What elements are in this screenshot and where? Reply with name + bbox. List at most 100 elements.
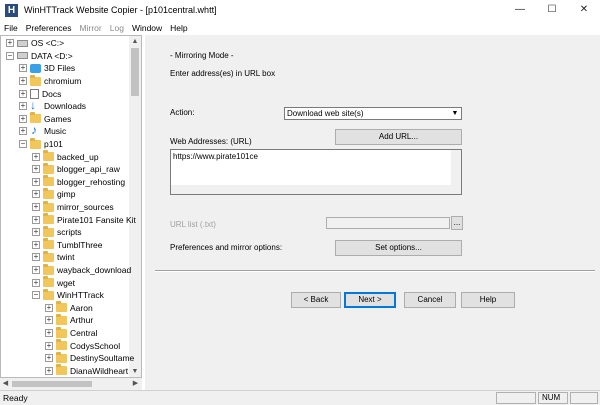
next-button[interactable]: Next > bbox=[344, 292, 396, 308]
expand-icon[interactable]: + bbox=[19, 114, 27, 123]
action-dropdown-value: Download web site(s) bbox=[287, 109, 364, 118]
back-button[interactable]: < Back bbox=[291, 292, 341, 308]
tree-item-label: Pirate101 Fansite Kit bbox=[57, 214, 136, 225]
expand-icon[interactable]: + bbox=[32, 203, 40, 212]
scroll-left-arrow-icon[interactable]: ◀ bbox=[0, 378, 11, 390]
expand-icon[interactable]: + bbox=[32, 215, 40, 224]
tree-item[interactable]: + CodysSchool bbox=[45, 339, 120, 352]
tree-item[interactable]: + blogger_api_raw bbox=[32, 162, 120, 176]
tree-item[interactable]: +3D Files bbox=[19, 62, 75, 75]
menu-mirror[interactable]: Mirror bbox=[76, 23, 106, 33]
menu-file[interactable]: File bbox=[0, 23, 22, 33]
folder-icon bbox=[43, 225, 54, 237]
expand-icon[interactable]: + bbox=[19, 89, 27, 98]
tree-item-label: DATA <D:> bbox=[31, 50, 73, 61]
tree-item[interactable]: + Central bbox=[45, 326, 97, 340]
collapse-icon[interactable]: − bbox=[19, 140, 27, 149]
expand-icon[interactable]: + bbox=[32, 278, 40, 287]
tree-item-label: TumblThree bbox=[57, 239, 103, 250]
collapse-icon[interactable]: − bbox=[6, 51, 14, 60]
set-options-button[interactable]: Set options... bbox=[335, 240, 462, 256]
tree-item[interactable]: + blogger_rehosting bbox=[32, 175, 125, 189]
expand-icon[interactable]: + bbox=[32, 240, 40, 249]
tree-item-label: wayback_download bbox=[57, 265, 132, 276]
scroll-right-arrow-icon[interactable]: ▶ bbox=[130, 378, 141, 390]
url-textarea-hscroll[interactable] bbox=[171, 185, 461, 194]
menu-log[interactable]: Log bbox=[106, 23, 128, 33]
tree-item[interactable]: + Music bbox=[19, 123, 67, 138]
expand-icon[interactable]: + bbox=[32, 253, 40, 262]
tree-item[interactable]: + wget bbox=[32, 276, 75, 289]
expand-icon[interactable]: + bbox=[19, 102, 27, 111]
tree-item-label: Music bbox=[44, 126, 67, 137]
tree-item[interactable]: − p101 bbox=[19, 137, 63, 151]
tree-item[interactable]: − DATA <D:> bbox=[6, 50, 73, 63]
tree-item[interactable]: + twint bbox=[32, 250, 74, 264]
folder-icon bbox=[30, 137, 41, 149]
tree-item[interactable]: + gimp bbox=[32, 187, 75, 201]
expand-icon[interactable]: + bbox=[32, 152, 40, 161]
expand-icon[interactable]: + bbox=[32, 165, 40, 174]
chevron-down-icon[interactable]: ▼ bbox=[450, 109, 460, 118]
folder-icon bbox=[56, 339, 67, 351]
expand-icon[interactable]: + bbox=[19, 127, 27, 136]
expand-icon[interactable]: + bbox=[6, 39, 14, 48]
folder-tree[interactable]: ▲ ▼ + OS <C:> − DATA <D:> +3D Files + chromium… bbox=[0, 35, 142, 378]
tree-item[interactable]: + mirror_sources bbox=[32, 200, 114, 214]
scroll-down-arrow-icon[interactable]: ▼ bbox=[129, 366, 141, 377]
tree-hscroll-thumb[interactable] bbox=[12, 381, 92, 387]
expand-icon[interactable]: + bbox=[45, 341, 53, 350]
expand-icon[interactable]: + bbox=[32, 228, 40, 237]
title-bar: H WinHTTrack Website Copier - [p101centr… bbox=[0, 0, 600, 20]
tree-item[interactable]: + scripts bbox=[32, 225, 82, 239]
mode-title: - Mirroring Mode - bbox=[170, 51, 234, 60]
tree-item[interactable]: + TumblThree bbox=[32, 238, 103, 252]
tree-item[interactable]: + OS <C:> bbox=[6, 37, 64, 50]
maximize-button[interactable]: ☐ bbox=[536, 0, 568, 20]
expand-icon[interactable]: + bbox=[45, 329, 53, 338]
tree-item[interactable]: + Docs bbox=[19, 87, 61, 100]
web-addresses-label: Web Addresses: (URL) bbox=[170, 137, 252, 146]
expand-icon[interactable]: + bbox=[19, 77, 27, 86]
tree-item[interactable]: + DianaWildheart bbox=[45, 364, 128, 377]
cancel-button[interactable]: Cancel bbox=[404, 292, 456, 308]
expand-icon[interactable]: + bbox=[45, 303, 53, 312]
preferences-label: Preferences and mirror options: bbox=[170, 243, 283, 252]
tree-item[interactable]: + chromium bbox=[19, 74, 81, 88]
tree-item[interactable]: + Games bbox=[19, 112, 71, 126]
folder-icon bbox=[43, 200, 54, 212]
minimize-button[interactable]: — bbox=[504, 0, 536, 20]
action-dropdown[interactable]: Download web site(s) ▼ bbox=[284, 107, 462, 120]
expand-icon[interactable]: + bbox=[45, 316, 53, 325]
tree-scroll-thumb[interactable] bbox=[131, 48, 139, 96]
tree-item[interactable]: + Downloads bbox=[19, 98, 86, 113]
browse-url-list-button[interactable]: ... bbox=[451, 216, 463, 230]
menu-help[interactable]: Help bbox=[166, 23, 191, 33]
tree-item[interactable]: − WinHTTrack bbox=[32, 288, 104, 302]
close-button[interactable]: ✕ bbox=[568, 0, 600, 20]
help-button[interactable]: Help bbox=[461, 292, 515, 308]
tree-item[interactable]: + wayback_download bbox=[32, 263, 132, 277]
tree-item[interactable]: + DestinySoultame bbox=[45, 351, 134, 365]
tree-item[interactable]: + Arthur bbox=[45, 313, 93, 327]
url-list-field bbox=[326, 217, 450, 229]
menu-preferences[interactable]: Preferences bbox=[22, 23, 76, 33]
add-url-button[interactable]: Add URL... bbox=[335, 129, 462, 145]
tree-vertical-scrollbar[interactable]: ▲ ▼ bbox=[129, 36, 141, 377]
menu-window[interactable]: Window bbox=[128, 23, 166, 33]
tree-horizontal-scrollbar[interactable]: ◀ ▶ bbox=[0, 378, 142, 390]
expand-icon[interactable]: + bbox=[19, 64, 27, 73]
tree-item[interactable]: + Pirate101 Fansite Kit bbox=[32, 213, 136, 226]
drive-icon bbox=[17, 52, 28, 60]
expand-icon[interactable]: + bbox=[32, 266, 40, 275]
expand-icon[interactable]: + bbox=[45, 354, 53, 363]
expand-icon[interactable]: + bbox=[45, 366, 53, 375]
expand-icon[interactable]: + bbox=[32, 190, 40, 199]
tree-item[interactable]: + Aaron bbox=[45, 301, 93, 315]
scroll-up-arrow-icon[interactable]: ▲ bbox=[129, 36, 141, 47]
collapse-icon[interactable]: − bbox=[32, 291, 40, 300]
tree-item[interactable]: + backed_up bbox=[32, 150, 99, 163]
expand-icon[interactable]: + bbox=[32, 177, 40, 186]
folder-icon bbox=[56, 326, 67, 338]
url-textarea[interactable]: https://www.pirate101ce bbox=[170, 149, 462, 195]
